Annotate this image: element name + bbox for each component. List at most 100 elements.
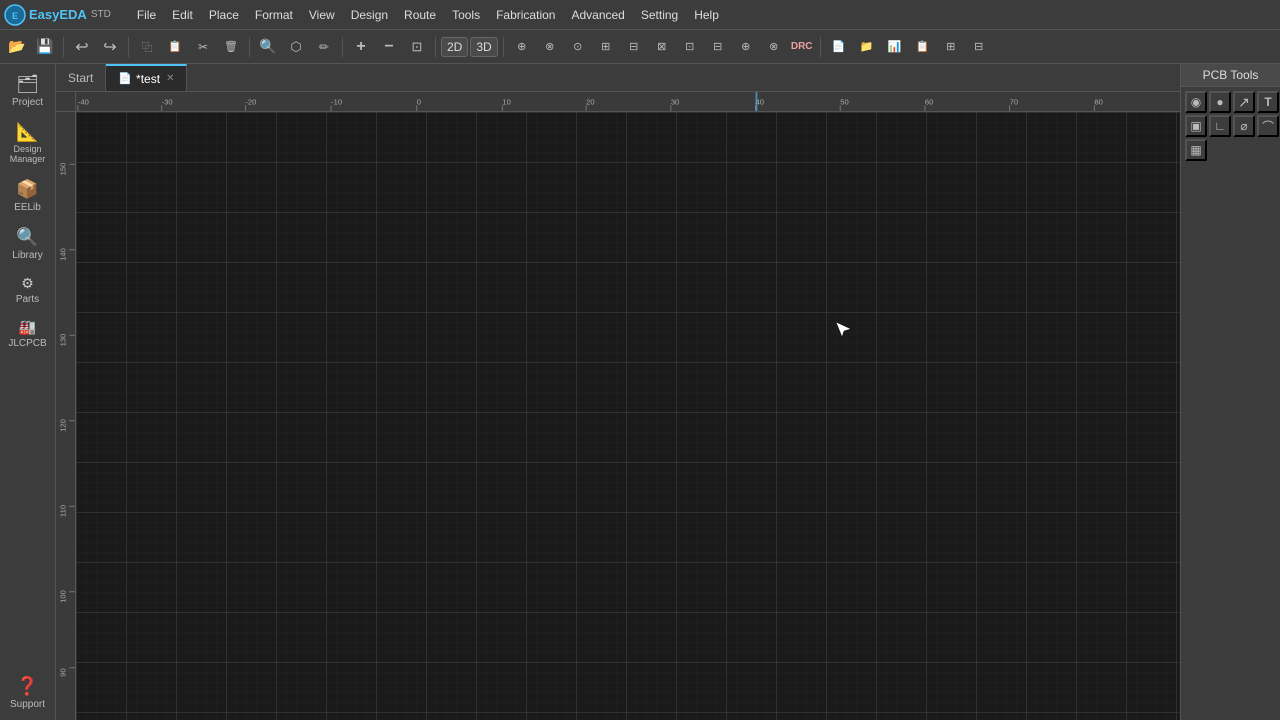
extra-tool-8[interactable]: ⊟	[705, 34, 731, 60]
ruler-corner	[56, 92, 76, 112]
svg-text:-40: -40	[78, 97, 89, 106]
3d-button[interactable]: 3D	[470, 37, 497, 57]
menu-design[interactable]: Design	[343, 4, 396, 26]
svg-text:90: 90	[59, 668, 68, 676]
fit-button[interactable]: ⊡	[404, 34, 430, 60]
pcb-tools-grid: ◉ ● ↗ T ▣ ∟ ⌀ ⌒ ▦	[1181, 87, 1280, 165]
fab-tool-3[interactable]: 📊	[882, 34, 908, 60]
extra-tool-5[interactable]: ⊟	[621, 34, 647, 60]
copy-button[interactable]: ⿻	[134, 34, 160, 60]
extra-tool-6[interactable]: ⊠	[649, 34, 675, 60]
pcb-canvas[interactable]	[76, 112, 1180, 720]
sidebar-label-project: Project	[12, 97, 43, 108]
sidebar-item-eelib[interactable]: 📦 EELib	[2, 173, 54, 219]
menu-format[interactable]: Format	[247, 4, 301, 26]
tabs-bar: Start 📄 *test ✕	[56, 64, 1180, 92]
tab-test-close[interactable]: ✕	[166, 73, 174, 84]
menu-edit[interactable]: Edit	[164, 4, 201, 26]
toolbar-sep-3	[249, 37, 250, 57]
menu-place[interactable]: Place	[201, 4, 247, 26]
svg-text:100: 100	[59, 590, 68, 603]
fab-tool-6[interactable]: ⊟	[966, 34, 992, 60]
extra-tool-2[interactable]: ⊗	[537, 34, 563, 60]
zoom-out-button[interactable]: −	[376, 34, 402, 60]
menu-file[interactable]: File	[129, 4, 164, 26]
tab-test[interactable]: 📄 *test ✕	[106, 64, 187, 91]
sidebar-item-jlcpcb[interactable]: 🏭 JLCPCB	[2, 313, 54, 355]
align-button[interactable]: ⬡	[283, 34, 309, 60]
app-name: EasyEDA	[29, 7, 87, 22]
menu-fabrication[interactable]: Fabrication	[488, 4, 563, 26]
toolbar-sep-7	[820, 37, 821, 57]
pcb-text-tool[interactable]: T	[1257, 91, 1279, 113]
pcb-panel-tool[interactable]: ▦	[1185, 139, 1207, 161]
tab-start-label: Start	[68, 71, 93, 85]
undo-button[interactable]: ↩	[69, 34, 95, 60]
sidebar-item-parts[interactable]: ⚙ Parts	[2, 269, 54, 311]
save-button[interactable]: 💾	[32, 34, 58, 60]
open-folder-button[interactable]: 📂	[4, 34, 30, 60]
sidebar-item-design-manager[interactable]: 📐 DesignManager	[2, 116, 54, 171]
pcb-pad-tool[interactable]: ●	[1209, 91, 1231, 113]
pcb-image-tool[interactable]: ▣	[1185, 115, 1207, 137]
pcb-measure-tool[interactable]: ⌀	[1233, 115, 1255, 137]
delete-button[interactable]: 🗑	[218, 34, 244, 60]
main-layout: 🗂 Project 📐 DesignManager 📦 EELib 🔍 Libr…	[0, 64, 1280, 720]
menu-advanced[interactable]: Advanced	[563, 4, 632, 26]
toolbar-sep-5	[435, 37, 436, 57]
redo-button[interactable]: ↪	[97, 34, 123, 60]
pcb-angle-tool[interactable]: ∟	[1209, 115, 1231, 137]
sidebar-item-support[interactable]: ❓ Support	[2, 670, 54, 716]
pcb-tools-header: PCB Tools	[1181, 64, 1280, 87]
project-icon: 🗂	[16, 74, 39, 95]
extra-tool-3[interactable]: ⊙	[565, 34, 591, 60]
extra-tool-1[interactable]: ⊕	[509, 34, 535, 60]
eelib-icon: 📦	[16, 179, 38, 200]
extra-tool-9[interactable]: ⊕	[733, 34, 759, 60]
menu-setting[interactable]: Setting	[633, 4, 686, 26]
sidebar-item-library[interactable]: 🔍 Library	[2, 221, 54, 267]
svg-text:-20: -20	[245, 97, 256, 106]
zoom-in-button[interactable]: +	[348, 34, 374, 60]
toolbar: 📂 💾 ↩ ↪ ⿻ 📋 ✂ 🗑 🔍 ⬡ ✏ + − ⊡ 2D 3D ⊕ ⊗ ⊙ …	[0, 30, 1280, 64]
menu-help[interactable]: Help	[686, 4, 727, 26]
pcb-arc-tool[interactable]: ⌒	[1257, 115, 1279, 137]
fab-tool-5[interactable]: ⊞	[938, 34, 964, 60]
svg-text:E: E	[12, 11, 18, 21]
search-button[interactable]: 🔍	[255, 34, 281, 60]
sidebar-label-library: Library	[12, 250, 43, 261]
fab-tool-2[interactable]: 📁	[854, 34, 880, 60]
right-panel: PCB Tools ◉ ● ↗ T ▣ ∟ ⌀ ⌒ ▦	[1180, 64, 1280, 720]
tab-start[interactable]: Start	[56, 64, 106, 91]
pcb-cursor-tool[interactable]: ↗	[1233, 91, 1255, 113]
tab-test-icon: 📄	[118, 72, 132, 85]
extra-tool-4[interactable]: ⊞	[593, 34, 619, 60]
menu-route[interactable]: Route	[396, 4, 444, 26]
svg-text:150: 150	[59, 163, 68, 176]
svg-text:140: 140	[58, 248, 67, 261]
toolbar-sep-2	[128, 37, 129, 57]
svg-text:60: 60	[925, 97, 933, 106]
app-logo: E EasyEDA STD	[4, 4, 121, 26]
drc-tool[interactable]: DRC	[789, 34, 815, 60]
canvas-wrapper: -40 -30 -20 -10 0 10 20 3	[56, 92, 1180, 720]
cut-button[interactable]: ✂	[190, 34, 216, 60]
pcb-via-tool[interactable]: ◉	[1185, 91, 1207, 113]
paste-button[interactable]: 📋	[162, 34, 188, 60]
fab-tool-4[interactable]: 📋	[910, 34, 936, 60]
menu-tools[interactable]: Tools	[444, 4, 488, 26]
svg-text:0: 0	[417, 97, 421, 106]
left-sidebar: 🗂 Project 📐 DesignManager 📦 EELib 🔍 Libr…	[0, 64, 56, 720]
toolbar-sep-6	[503, 37, 504, 57]
extra-tool-10[interactable]: ⊗	[761, 34, 787, 60]
highlight-button[interactable]: ✏	[311, 34, 337, 60]
parts-icon: ⚙	[21, 275, 34, 292]
extra-tool-7[interactable]: ⊡	[677, 34, 703, 60]
fab-tool-1[interactable]: 📄	[826, 34, 852, 60]
svg-text:-30: -30	[162, 97, 173, 106]
sidebar-item-project[interactable]: 🗂 Project	[2, 68, 54, 114]
svg-text:20: 20	[586, 97, 594, 106]
2d-button[interactable]: 2D	[441, 37, 468, 57]
menu-view[interactable]: View	[301, 4, 343, 26]
svg-text:110: 110	[59, 505, 68, 517]
